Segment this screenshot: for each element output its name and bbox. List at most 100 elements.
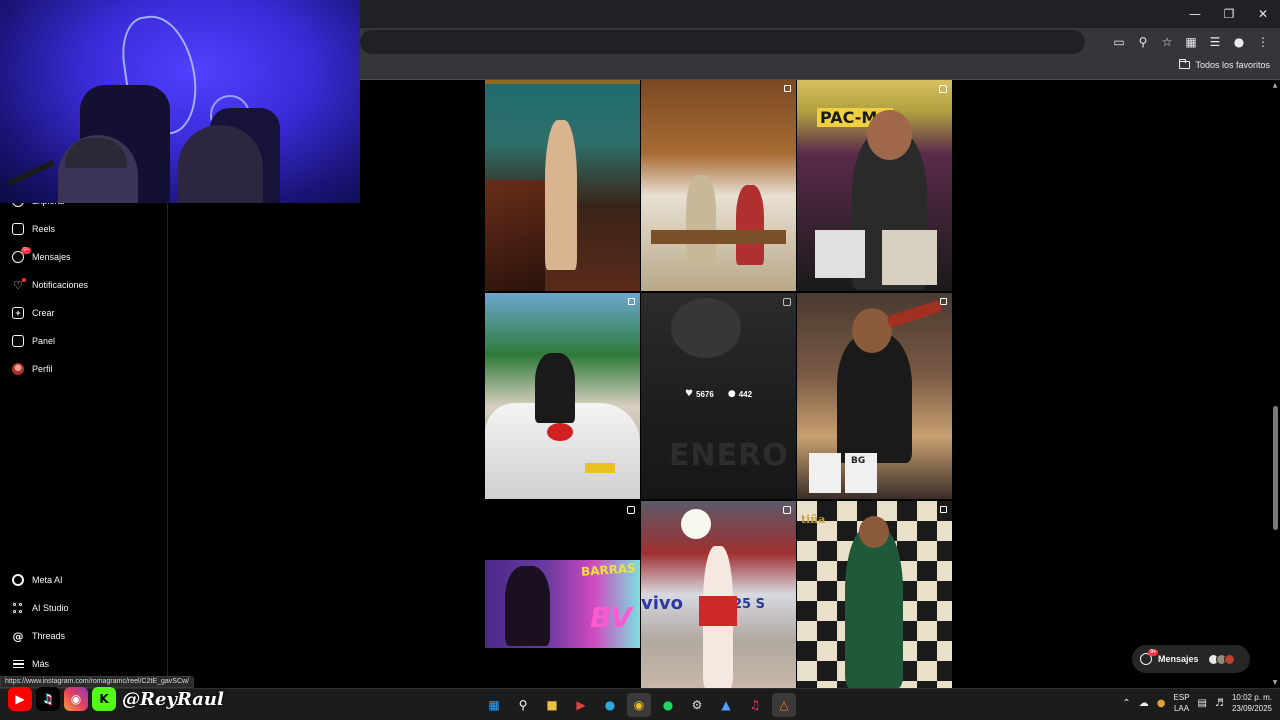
shoes-detail <box>547 423 573 441</box>
sidebar-item-threads[interactable]: @ Threads <box>12 628 66 644</box>
close-icon[interactable]: ✕ <box>1246 0 1280 28</box>
floating-messages-button[interactable]: 9+ Mensajes <box>1132 645 1250 673</box>
clock-time: 10:02 p. m. <box>1231 693 1272 702</box>
address-bar[interactable] <box>360 30 1085 54</box>
sidebar-item-label: Más <box>32 659 50 669</box>
photos-app-icon[interactable]: ▲ <box>714 693 738 717</box>
tiktok-app-icon[interactable]: ♫ <box>743 693 767 717</box>
post-thumbnail[interactable]: BG <box>797 293 952 499</box>
sidebar-item-more[interactable]: Más <box>12 656 49 672</box>
person-figure <box>845 526 903 688</box>
language-indicator[interactable]: ESP LAA <box>1174 692 1190 714</box>
network-icon[interactable]: ▤ <box>1198 698 1207 709</box>
sidebar-item-label: Crear <box>32 308 55 318</box>
streaming-app-icon[interactable]: △ <box>772 693 796 717</box>
sidebar-item-label: AI Studio <box>32 603 69 613</box>
kebab-menu-icon[interactable]: ⋮ <box>1254 32 1272 52</box>
face-detail <box>867 110 912 160</box>
spotify-icon[interactable]: ● <box>656 693 680 717</box>
sidebar-item-notifications[interactable]: ♡ Notificaciones <box>12 277 88 293</box>
scroll-thumb[interactable] <box>1273 406 1278 530</box>
system-tray: ⌃ ☁ ● ESP LAA ▤ ♬ 10:02 p. m. 23/09/2025 <box>1122 692 1272 714</box>
reel-icon <box>783 506 791 514</box>
messenger-icon: 9+ <box>1140 649 1158 665</box>
heart-filled-icon: ♥ <box>684 389 694 399</box>
stadium-number: 25 S <box>733 597 765 612</box>
chrome-icon[interactable]: ◉ <box>627 693 651 717</box>
post-thumbnail[interactable] <box>485 80 640 291</box>
extensions-icon[interactable]: ▦ <box>1182 32 1200 52</box>
zoom-icon[interactable]: ⚲ <box>1134 32 1152 52</box>
profile-avatar <box>12 363 24 375</box>
microphone-arm <box>7 159 55 187</box>
sidebar-item-ai-studio[interactable]: AI Studio <box>12 600 69 616</box>
microphone-icon[interactable]: ● <box>1157 698 1166 709</box>
profile-icon[interactable]: ● <box>1230 32 1248 52</box>
sidebar-item-create[interactable]: + Crear <box>12 305 55 321</box>
minimize-icon[interactable]: — <box>1178 0 1212 28</box>
thumbnail-border <box>485 80 640 84</box>
recorder-app-icon[interactable]: ▶ <box>569 693 593 717</box>
cloud-icon[interactable]: ☁ <box>1139 698 1149 709</box>
bva-text: BV <box>590 601 632 634</box>
search-icon[interactable]: ⚲ <box>511 693 535 717</box>
post-thumbnail[interactable]: BARRAS BV <box>485 501 640 688</box>
product-detail <box>882 230 937 285</box>
sidebar-item-profile[interactable]: Perfil <box>12 361 53 377</box>
cup-detail <box>809 453 841 493</box>
sidebar-item-messages[interactable]: 9+ Mensajes <box>12 247 71 265</box>
reels-icon <box>12 223 24 235</box>
sidebar-item-label: Mensajes <box>32 252 71 262</box>
chevron-up-icon[interactable]: ⌃ <box>1122 698 1130 709</box>
sidebar-item-label: Meta AI <box>32 575 63 585</box>
post-thumbnail[interactable] <box>641 80 796 291</box>
taskbar-apps: ▦ ⚲ ■ ▶ ● ◉ ● ⚙ ▲ ♫ △ <box>482 693 796 717</box>
windows-start-icon[interactable]: ▦ <box>482 693 506 717</box>
face-detail <box>859 516 889 548</box>
restore-icon[interactable]: ❐ <box>1212 0 1246 28</box>
reel-icon <box>939 85 947 93</box>
page-scrollbar[interactable]: ▲ ▼ <box>1270 80 1280 688</box>
all-bookmarks-label: Todos los favoritos <box>1195 60 1270 70</box>
clock[interactable]: 10:02 p. m. 23/09/2025 <box>1232 692 1272 714</box>
volume-icon[interactable]: ♬ <box>1215 698 1224 709</box>
sidebar-item-dashboard[interactable]: Panel <box>12 333 55 349</box>
sidebar-item-label: Notificaciones <box>32 280 89 290</box>
message-avatars <box>1207 653 1235 665</box>
post-thumbnail[interactable]: tiña <box>797 501 952 688</box>
person-figure <box>686 175 716 265</box>
edge-icon[interactable]: ● <box>598 693 622 717</box>
all-bookmarks-button[interactable]: Todos los favoritos <box>1179 59 1270 70</box>
pompom-detail <box>681 509 711 539</box>
language-bottom: LAA <box>1173 704 1190 713</box>
post-thumbnail-hovered[interactable]: ENERO ♥ 5676 ● 442 <box>641 293 796 499</box>
kick-icon: K <box>92 687 116 711</box>
install-app-icon[interactable]: ▭ <box>1110 32 1128 52</box>
reel-icon <box>627 506 635 514</box>
post-thumbnail[interactable]: PAC-MA <box>797 80 952 291</box>
post-thumbnail[interactable]: vivo 25 S <box>641 501 796 688</box>
floating-messages-label: Mensajes <box>1158 654 1199 664</box>
vivo-banner: vivo <box>641 593 684 614</box>
comments-count: 442 <box>738 389 753 399</box>
sidebar-item-reels[interactable]: Reels <box>12 221 55 237</box>
scroll-down-icon[interactable]: ▼ <box>1271 679 1279 686</box>
staircase-detail <box>485 180 545 291</box>
product-detail <box>815 230 865 278</box>
media-control-icon[interactable]: ☰ <box>1206 32 1224 52</box>
file-explorer-icon[interactable]: ■ <box>540 693 564 717</box>
post-thumbnail[interactable] <box>485 293 640 499</box>
messages-badge: 9+ <box>21 247 31 254</box>
streamer-social-overlay: ▶ ♫ ◉ K @ReyRaul <box>8 687 224 711</box>
avatar <box>1223 653 1235 665</box>
pinned-icon <box>940 506 947 513</box>
steam-icon[interactable]: ⚙ <box>685 693 709 717</box>
messages-badge: 9+ <box>1148 649 1158 656</box>
sidebar-item-meta-ai[interactable]: Meta AI <box>12 572 63 588</box>
tiktok-icon: ♫ <box>36 687 60 711</box>
threads-icon: @ <box>12 629 24 643</box>
bookmark-star-icon[interactable]: ☆ <box>1158 32 1176 52</box>
plus-square-icon: + <box>12 307 24 319</box>
uniform-detail <box>699 596 737 626</box>
scroll-up-icon[interactable]: ▲ <box>1271 82 1279 89</box>
